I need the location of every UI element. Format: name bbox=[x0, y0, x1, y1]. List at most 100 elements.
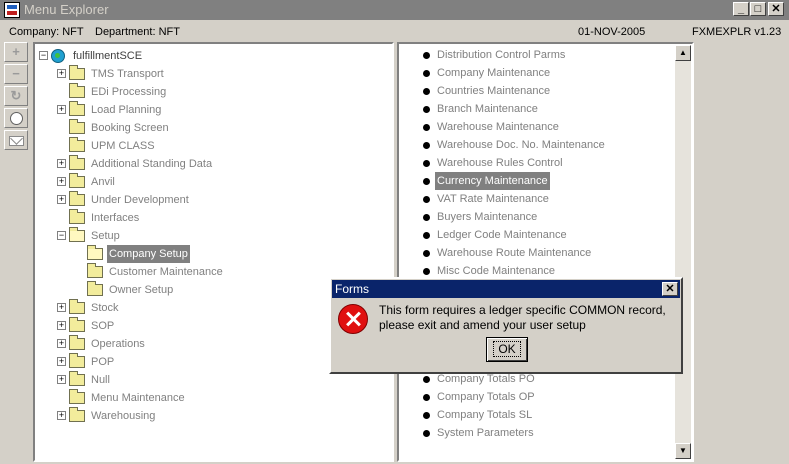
tree-item[interactable]: Customer Maintenance bbox=[35, 263, 375, 281]
tree-item-label: Stock bbox=[91, 302, 119, 314]
tree-item[interactable]: + POP bbox=[35, 353, 375, 371]
expand-all-button[interactable]: + bbox=[4, 42, 28, 62]
expand-node-icon[interactable]: + bbox=[57, 159, 66, 168]
company-label: Company: NFT bbox=[9, 26, 84, 38]
dialog-message: This form requires a ledger specific COM… bbox=[379, 303, 666, 333]
tree-item[interactable]: + Under Development bbox=[35, 191, 375, 209]
form-list-item[interactable]: System Parameters bbox=[419, 424, 669, 442]
form-list-item[interactable]: VAT Rate Maintenance bbox=[419, 190, 669, 208]
tree-item[interactable]: + Stock bbox=[35, 299, 375, 317]
collapse-all-icon: − bbox=[12, 66, 20, 81]
expand-node-icon[interactable]: + bbox=[57, 303, 66, 312]
bullet-icon bbox=[423, 430, 430, 437]
folder-icon bbox=[69, 407, 85, 422]
form-list-item[interactable]: Company Totals SL bbox=[419, 406, 669, 424]
mail-icon bbox=[9, 136, 24, 146]
tree-item[interactable]: + Anvil bbox=[35, 173, 375, 191]
bullet-icon bbox=[423, 412, 430, 419]
form-list-item[interactable]: Buyers Maintenance bbox=[419, 208, 669, 226]
expand-node-icon[interactable]: + bbox=[57, 321, 66, 330]
tree-item[interactable]: + Load Planning bbox=[35, 101, 375, 119]
form-list[interactable]: ▲ ▼ Distribution Control Parms Company Ma… bbox=[397, 42, 694, 462]
dialog-close-button[interactable]: ✕ bbox=[662, 282, 678, 296]
tree-item[interactable]: Menu Maintenance bbox=[35, 389, 375, 407]
bullet-icon bbox=[423, 178, 430, 185]
bullet-icon bbox=[423, 52, 430, 59]
tree-item[interactable]: Company Setup bbox=[35, 245, 375, 263]
maximize-button[interactable]: □ bbox=[750, 2, 766, 16]
collapse-all-button[interactable]: − bbox=[4, 64, 28, 84]
expand-node-icon[interactable]: + bbox=[57, 105, 66, 114]
form-list-item[interactable]: Countries Maintenance bbox=[419, 82, 669, 100]
form-list-item[interactable]: Warehouse Maintenance bbox=[419, 118, 669, 136]
expand-node-icon[interactable]: + bbox=[57, 375, 66, 384]
folder-icon bbox=[69, 155, 85, 170]
folder-icon bbox=[69, 317, 85, 332]
form-list-item[interactable]: Currency Maintenance bbox=[419, 172, 669, 190]
tree-item[interactable]: + Warehousing bbox=[35, 407, 375, 425]
form-list-item-label: Currency Maintenance bbox=[435, 172, 550, 190]
info-bar: Company: NFT Department: NFT 01-NOV-2005… bbox=[0, 24, 789, 40]
collapse-node-icon[interactable]: − bbox=[39, 51, 48, 60]
tree-item[interactable]: + Null bbox=[35, 371, 375, 389]
dialog-message-line2: please exit and amend your user setup bbox=[379, 318, 586, 332]
form-list-item[interactable]: Warehouse Rules Control bbox=[419, 154, 669, 172]
tree-item[interactable]: + TMS Transport bbox=[35, 65, 375, 83]
bullet-icon bbox=[423, 376, 430, 383]
refresh-icon: ↻ bbox=[10, 88, 22, 103]
tree-item-label: Interfaces bbox=[91, 212, 140, 224]
window-titlebar[interactable]: Menu Explorer _ □ ✕ bbox=[0, 0, 789, 20]
close-button[interactable]: ✕ bbox=[768, 2, 784, 16]
expand-all-icon: + bbox=[12, 44, 20, 59]
expand-node-icon[interactable]: + bbox=[57, 357, 66, 366]
form-list-item[interactable]: Warehouse Doc. No. Maintenance bbox=[419, 136, 669, 154]
dialog-titlebar[interactable]: Forms ✕ bbox=[332, 280, 680, 298]
scroll-up-button[interactable]: ▲ bbox=[675, 45, 691, 61]
expand-node-icon[interactable]: + bbox=[57, 69, 66, 78]
tree-item-label: Additional Standing Data bbox=[91, 158, 213, 170]
tree-item[interactable]: − Setup bbox=[35, 227, 375, 245]
folder-icon bbox=[69, 101, 85, 116]
collapse-node-icon[interactable]: − bbox=[57, 231, 66, 240]
list-scrollbar[interactable]: ▲ ▼ bbox=[675, 45, 691, 459]
ok-button[interactable]: OK bbox=[486, 337, 528, 362]
tree-item-label: Company Setup bbox=[107, 245, 190, 263]
tree-item[interactable]: UPM CLASS bbox=[35, 137, 375, 155]
form-list-item[interactable]: Distribution Control Parms bbox=[419, 46, 669, 64]
bullet-icon bbox=[423, 124, 430, 131]
tree-item[interactable]: + Additional Standing Data bbox=[35, 155, 375, 173]
minimize-button[interactable]: _ bbox=[733, 2, 749, 16]
expand-node-icon[interactable]: + bbox=[57, 339, 66, 348]
bullet-icon bbox=[423, 268, 430, 275]
folder-icon bbox=[69, 119, 85, 134]
form-list-item-label: Warehouse Route Maintenance bbox=[437, 247, 592, 259]
scroll-down-button[interactable]: ▼ bbox=[675, 443, 691, 459]
mail-button[interactable] bbox=[4, 130, 28, 150]
search-button[interactable] bbox=[4, 108, 28, 128]
tree-item[interactable]: + SOP bbox=[35, 317, 375, 335]
form-list-item-label: VAT Rate Maintenance bbox=[437, 193, 549, 205]
expand-node-icon[interactable]: + bbox=[57, 177, 66, 186]
tree-item[interactable]: − fulfillmentSCE bbox=[35, 47, 375, 65]
form-list-item[interactable]: Warehouse Route Maintenance bbox=[419, 244, 669, 262]
tree-item-label: Setup bbox=[91, 230, 120, 242]
tree-item[interactable]: Interfaces bbox=[35, 209, 375, 227]
menu-tree[interactable]: − fulfillmentSCE + TMS Transport EDi Process… bbox=[33, 42, 394, 462]
form-list-item[interactable]: Branch Maintenance bbox=[419, 100, 669, 118]
tree-item-label: TMS Transport bbox=[91, 68, 164, 80]
ok-button-label: OK bbox=[493, 341, 521, 357]
expand-node-icon[interactable]: + bbox=[57, 411, 66, 420]
form-list-item[interactable]: Company Totals OP bbox=[419, 388, 669, 406]
app-icon[interactable] bbox=[4, 2, 20, 18]
refresh-button[interactable]: ↻ bbox=[4, 86, 28, 106]
expand-node-icon[interactable]: + bbox=[57, 195, 66, 204]
tree-item-label: Warehousing bbox=[91, 410, 156, 422]
tree-item[interactable]: EDi Processing bbox=[35, 83, 375, 101]
form-list-item[interactable]: Company Maintenance bbox=[419, 64, 669, 82]
form-list-item[interactable]: Ledger Code Maintenance bbox=[419, 226, 669, 244]
tree-item-label: Null bbox=[91, 374, 110, 386]
tree-item[interactable]: Booking Screen bbox=[35, 119, 375, 137]
tree-item[interactable]: Owner Setup bbox=[35, 281, 375, 299]
tree-item[interactable]: + Operations bbox=[35, 335, 375, 353]
folder-icon bbox=[69, 173, 85, 188]
